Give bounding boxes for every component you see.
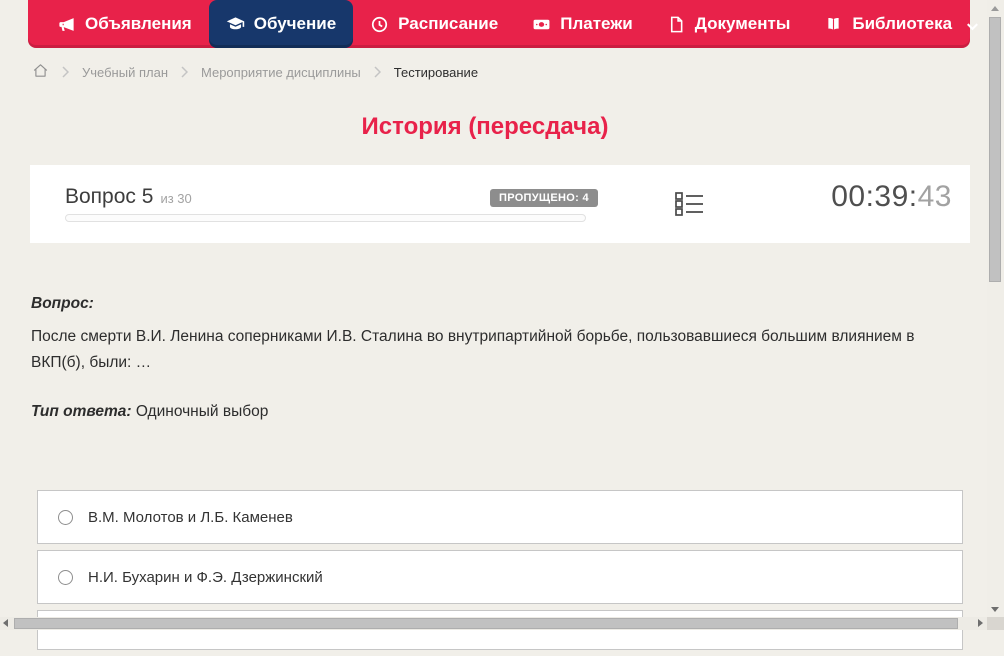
home-icon[interactable] — [32, 62, 49, 82]
answer-option[interactable]: Н.И. Бухарин и Ф.Э. Дзержинский — [37, 550, 963, 604]
scrollbar-corner — [987, 617, 1004, 630]
megaphone-icon — [57, 15, 76, 34]
timer: 00:39:43 — [831, 180, 952, 214]
scroll-up-arrow-icon[interactable] — [991, 6, 999, 11]
nav-item-payments[interactable]: Платежи — [515, 0, 650, 48]
scroll-down-arrow-icon[interactable] — [991, 607, 999, 612]
question-header-card: Вопрос 5 из 30 ПРОПУЩЕНО: 4 00:39:43 — [30, 165, 970, 243]
nav-item-label: Документы — [694, 14, 791, 33]
question-list-icon[interactable] — [675, 191, 705, 217]
book-icon — [824, 15, 843, 34]
chevron-down-icon — [963, 17, 979, 31]
skipped-badge: ПРОПУЩЕНО: 4 — [490, 189, 598, 207]
answer-options: В.М. Молотов и Л.Б. Каменев Н.И. Бухарин… — [37, 490, 963, 656]
breadcrumb-item-discipline-event[interactable]: Мероприятие дисциплины — [201, 65, 361, 80]
progress-bar — [65, 214, 586, 222]
vertical-scrollbar[interactable] — [987, 0, 1004, 630]
scroll-right-arrow-icon[interactable] — [978, 619, 983, 627]
nav-item-label: Библиотека — [852, 14, 953, 33]
breadcrumb: Учебный план Мероприятие дисциплины Тест… — [32, 61, 478, 83]
top-navbar: Объявления Обучение Расписание Платежи Д… — [28, 0, 979, 48]
answer-option-label: В.М. Молотов и Л.Б. Каменев — [88, 508, 293, 526]
radio-button[interactable] — [58, 569, 73, 585]
breadcrumb-item-testing: Тестирование — [393, 64, 479, 80]
nav-item-label: Платежи — [560, 14, 633, 33]
breadcrumb-item-curriculum[interactable]: Учебный план — [82, 65, 168, 80]
timer-seconds: 43 — [917, 180, 952, 213]
nav-item-label: Расписание — [398, 14, 499, 33]
graduation-cap-icon — [226, 15, 245, 34]
scroll-left-arrow-icon[interactable] — [3, 619, 8, 627]
answer-type-label: Тип ответа: — [31, 403, 132, 420]
nav-item-label: Объявления — [85, 14, 192, 33]
nav-item-label: Обучение — [253, 14, 337, 33]
document-icon — [667, 15, 686, 34]
horizontal-scroll-thumb[interactable] — [14, 618, 958, 629]
banknote-icon — [532, 15, 551, 34]
radio-button[interactable] — [58, 509, 73, 525]
horizontal-scrollbar[interactable] — [0, 617, 987, 630]
nav-item-announcements[interactable]: Объявления — [40, 0, 209, 48]
nav-item-learning[interactable]: Обучение — [208, 0, 354, 48]
nav-item-library[interactable]: Библиотека — [807, 0, 994, 48]
answer-type-value: Одиночный выбор — [135, 403, 269, 420]
question-block: Вопрос: После смерти В.И. Ленина соперни… — [31, 291, 936, 376]
chevron-right-icon — [181, 66, 188, 78]
answer-option-label: Н.И. Бухарин и Ф.Э. Дзержинский — [88, 568, 323, 586]
page-title: История (пересдача) — [361, 113, 609, 140]
question-number: Вопрос 5 — [65, 185, 154, 208]
answer-type: Тип ответа: Одиночный выбор — [31, 403, 268, 421]
chevron-right-icon — [62, 66, 69, 78]
nav-item-documents[interactable]: Документы — [650, 0, 808, 48]
answer-option-partial[interactable] — [37, 610, 963, 650]
timer-main: 00:39: — [831, 180, 918, 213]
answer-option[interactable]: В.М. Молотов и Л.Б. Каменев — [37, 490, 963, 544]
question-text: После смерти В.И. Ленина соперниками И.В… — [31, 328, 915, 371]
question-total: из 30 — [160, 191, 192, 206]
clock-icon — [370, 15, 389, 34]
question-label: Вопрос: — [31, 295, 94, 312]
chevron-right-icon — [374, 66, 381, 78]
nav-item-schedule[interactable]: Расписание — [353, 0, 515, 48]
question-counter: Вопрос 5 из 30 — [65, 185, 192, 209]
vertical-scroll-thumb[interactable] — [989, 17, 1001, 282]
